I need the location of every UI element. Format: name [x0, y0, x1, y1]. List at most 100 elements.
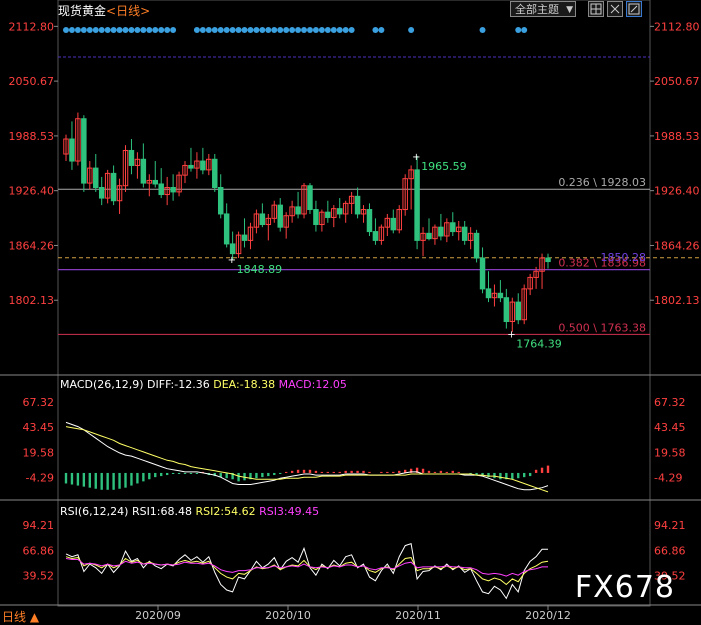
event-dot — [122, 27, 129, 33]
event-dot — [193, 27, 200, 33]
candle-body — [259, 213, 266, 226]
event-dot — [301, 27, 308, 33]
candle-body — [128, 149, 135, 166]
candle-body — [158, 183, 164, 196]
rsi-y-tick-right: 94.21 — [654, 519, 686, 532]
y-tick-label-left: 2112.80 — [9, 20, 55, 33]
annotation-label: 1848.89 — [237, 263, 283, 276]
period-next-button[interactable]: > — [140, 4, 150, 18]
event-dot — [211, 27, 218, 33]
candle-body — [390, 217, 397, 231]
y-tick-label-left: 1864.26 — [9, 239, 55, 252]
candle-body — [277, 204, 283, 228]
event-dot — [265, 27, 272, 33]
candle-body — [497, 292, 504, 299]
candle-body — [110, 172, 117, 202]
candle-body — [307, 185, 313, 211]
event-dot — [146, 27, 153, 33]
event-dot — [63, 27, 69, 33]
candle-body — [223, 213, 230, 245]
x-tick-label: 2020/09 — [135, 609, 181, 622]
event-dot — [324, 27, 331, 33]
rsi-y-tick-left: 39.52 — [23, 570, 55, 583]
candle-body — [295, 206, 301, 215]
event-dot — [521, 27, 528, 33]
candle-body — [354, 195, 361, 215]
macd-y-tick-right: -4.29 — [654, 471, 682, 484]
event-dot — [229, 27, 236, 33]
candle-body — [170, 187, 176, 193]
y-tick-label-left: 1802.13 — [9, 294, 55, 307]
y-tick-label-right: 1988.53 — [654, 130, 700, 143]
candle-body — [325, 211, 331, 218]
x-tick-label: 2020/10 — [265, 609, 311, 622]
event-dot — [205, 27, 212, 33]
theme-select[interactable]: 全部主题 ▼ — [510, 1, 576, 17]
event-dot — [342, 27, 349, 33]
candle-body — [188, 164, 194, 169]
event-dot — [92, 27, 99, 33]
period-footer-label: 日线 — [2, 610, 27, 624]
event-dot — [283, 27, 290, 33]
candle-body — [69, 138, 75, 162]
candle-body — [93, 167, 99, 189]
y-tick-label-left: 1926.40 — [9, 185, 55, 198]
macd-y-tick-left: 67.32 — [23, 396, 55, 409]
candle-body — [366, 209, 373, 233]
candle-body — [98, 187, 105, 199]
candle-body — [414, 169, 420, 241]
event-dot — [199, 27, 206, 33]
macd-legend-item: DEA:-18.38 — [213, 378, 278, 391]
rsi-legend: RSI(6,12,24) RSI1:68.48 RSI2:54.62 RSI3:… — [60, 505, 319, 518]
event-dot — [271, 27, 278, 33]
event-dot — [68, 27, 75, 33]
candle-body — [479, 257, 486, 290]
annotation-marker: + — [412, 152, 420, 163]
rsi-y-tick-left: 94.21 — [23, 519, 55, 532]
rsi-legend-item: RSI2:54.62 — [196, 505, 260, 518]
event-dot — [80, 27, 87, 33]
grid-icon[interactable] — [588, 1, 604, 17]
event-dot — [515, 27, 522, 33]
event-dot — [289, 27, 296, 33]
period-prev-button[interactable]: < — [106, 4, 116, 18]
candle-body — [336, 208, 343, 215]
macd-y-tick-left: 19.58 — [23, 446, 55, 459]
annotation-label: 1965.59 — [421, 160, 467, 173]
annotation-marker: + — [507, 329, 515, 340]
macd-y-tick-left: -4.29 — [26, 471, 54, 484]
candle-body — [503, 297, 510, 322]
candle-body — [426, 232, 432, 240]
close-icon[interactable] — [607, 1, 623, 17]
instrument-title: 现货黄金<日线> — [58, 2, 150, 19]
chart-canvas[interactable]: 2112.80 2112.80 2050.67 2050.67 1988.53 1988.… — [0, 0, 701, 624]
x-tick-label: 2020/12 — [525, 609, 571, 622]
macd-y-tick-right: 19.58 — [654, 446, 686, 459]
period-footer[interactable]: 日线 ▲ — [2, 608, 39, 625]
event-dot — [295, 27, 302, 33]
event-dot — [98, 27, 105, 33]
event-dot — [479, 27, 486, 33]
event-dot — [74, 27, 81, 33]
event-dot — [378, 27, 385, 33]
event-dot — [217, 27, 224, 33]
event-dot — [134, 27, 141, 33]
macd-legend-item: MACD:12.05 — [279, 378, 347, 391]
macd-legend-item: MACD(26,12,9) — [60, 378, 147, 391]
event-dot — [259, 27, 266, 33]
maximize-icon[interactable] — [626, 1, 642, 17]
event-dot — [140, 27, 147, 33]
event-dot — [306, 27, 313, 33]
rsi-legend-item: RSI1:68.48 — [132, 505, 196, 518]
event-dot — [408, 27, 415, 33]
period-label[interactable]: 日线 — [116, 4, 140, 18]
event-dot — [170, 27, 177, 33]
candle-body — [212, 158, 218, 188]
y-tick-label-right: 2112.80 — [654, 20, 700, 33]
rsi-y-tick-right: 66.86 — [654, 544, 686, 557]
instrument-name: 现货黄金 — [58, 4, 107, 18]
candle-body — [545, 257, 551, 263]
current-price-label: 1850.28 — [601, 251, 647, 264]
event-dot — [86, 27, 93, 33]
event-dot — [348, 27, 355, 33]
